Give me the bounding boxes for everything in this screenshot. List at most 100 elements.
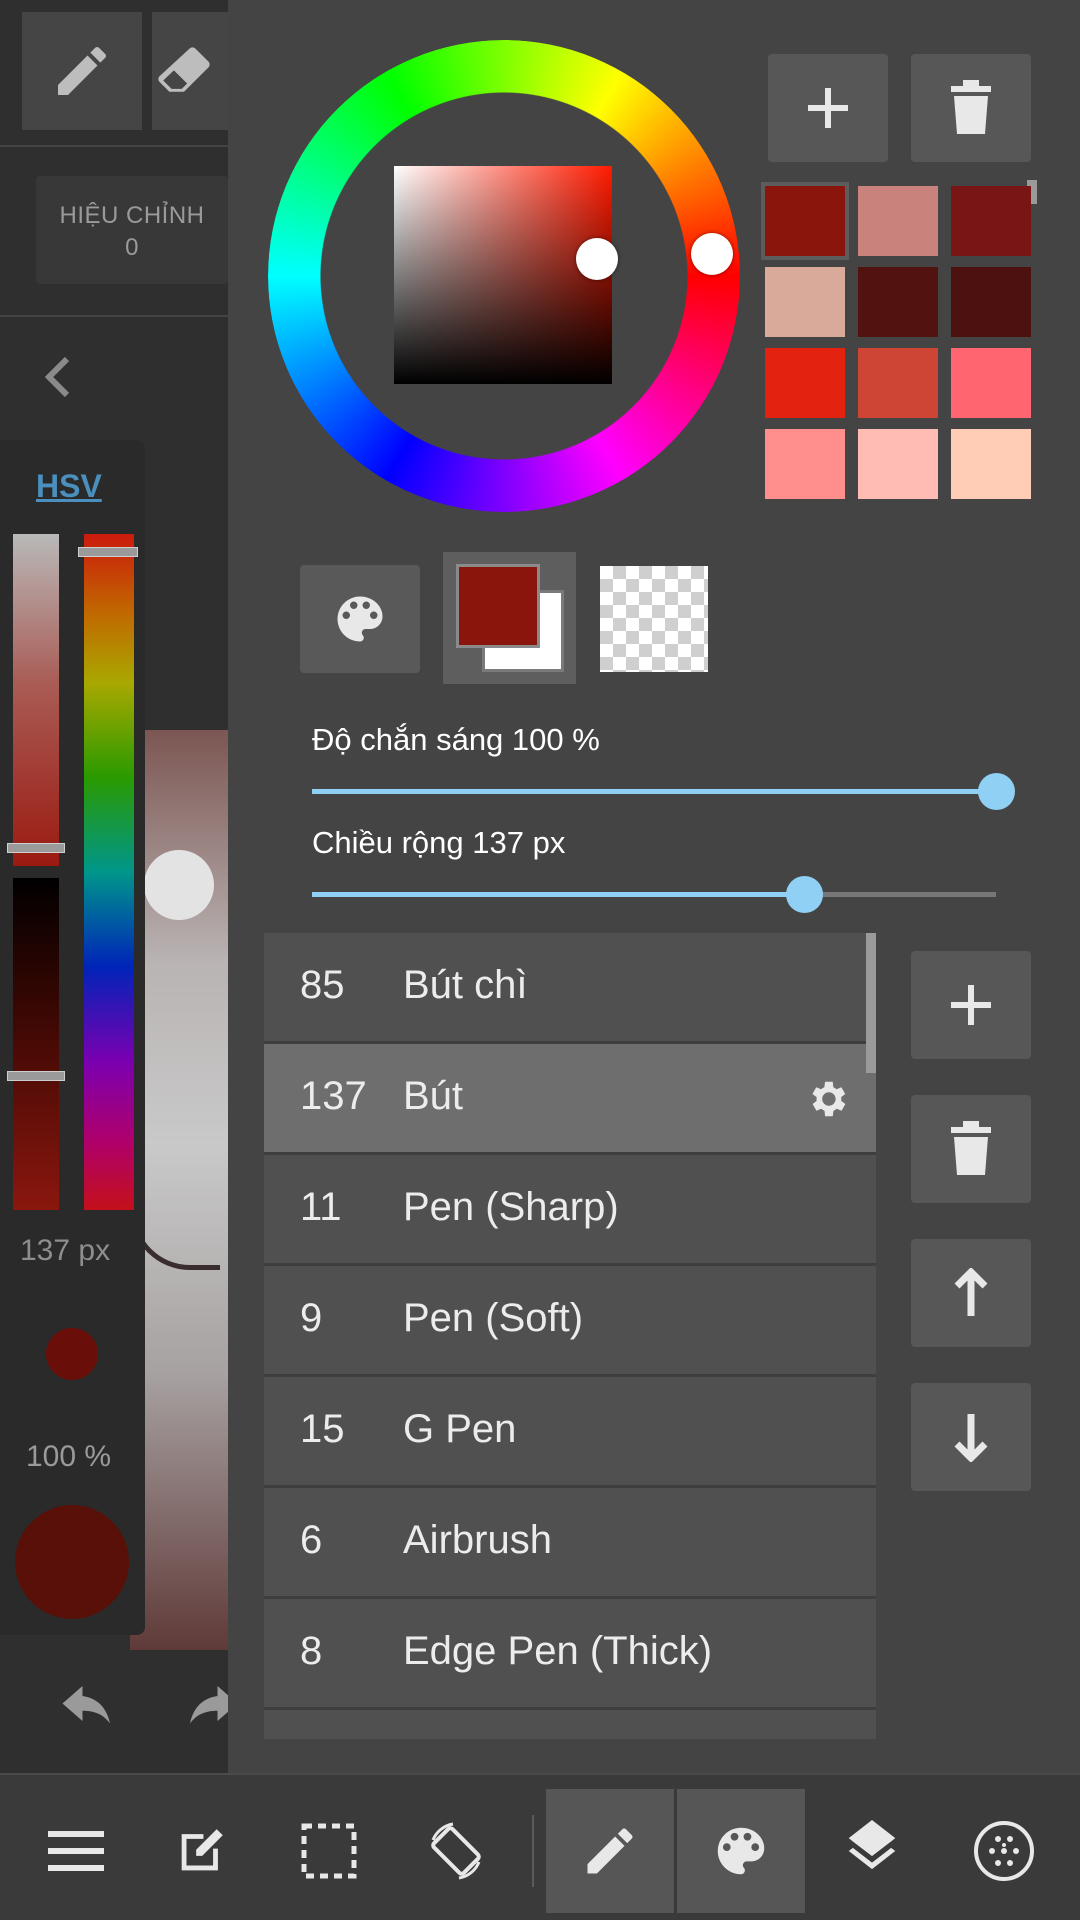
adjust-value: 0 — [125, 234, 139, 261]
opacity-slider[interactable] — [312, 773, 1015, 810]
color-palette-tab[interactable] — [677, 1789, 805, 1913]
brush-row[interactable]: 9 Pen (Soft) — [264, 1266, 876, 1374]
brush-row[interactable]: 6 Airbrush — [264, 1488, 876, 1596]
trash-icon — [951, 80, 991, 134]
brush-size: 6 — [300, 1518, 323, 1562]
add-brush-button[interactable] — [911, 951, 1031, 1059]
color-swatch[interactable] — [765, 348, 845, 418]
brush-row[interactable] — [264, 1710, 876, 1739]
trash-icon — [951, 1121, 991, 1175]
edit-button[interactable] — [137, 1789, 265, 1913]
app-root: HIỆU CHỈNH 0 HSV 137 px 100 % Độ chắn sá… — [0, 0, 1080, 1920]
arrow-up-icon — [954, 1268, 988, 1316]
collapse-button[interactable] — [38, 352, 78, 402]
width-slider-fill — [312, 892, 805, 897]
value-slider-knob[interactable] — [7, 1071, 65, 1081]
undo-button[interactable] — [60, 1686, 120, 1736]
grid-icon — [974, 1821, 1034, 1881]
brush-size-preview — [46, 1328, 98, 1380]
brush-name: Pen (Soft) — [403, 1296, 584, 1340]
transparent-color-button[interactable] — [600, 566, 708, 672]
brush-color-preview — [15, 1505, 129, 1619]
palette-icon — [717, 1827, 765, 1875]
divider — [0, 315, 228, 317]
color-swatch[interactable] — [765, 267, 845, 337]
delete-color-button[interactable] — [911, 54, 1031, 162]
brush-row[interactable]: 15 G Pen — [264, 1377, 876, 1485]
adjust-button[interactable]: HIỆU CHỈNH 0 — [36, 176, 228, 284]
canvas-side-strip: HIỆU CHỈNH 0 HSV 137 px 100 % — [0, 0, 228, 1773]
value-slider[interactable] — [13, 878, 59, 1210]
opacity-slider-label: Độ chắn sáng 100 % — [312, 722, 600, 757]
brush-list-scrollbar[interactable] — [866, 933, 876, 1073]
color-swatch[interactable] — [858, 348, 938, 418]
plus-icon — [808, 88, 848, 128]
brush-name: Bút — [403, 1074, 464, 1118]
more-button[interactable] — [940, 1789, 1068, 1913]
rotate-icon — [431, 1822, 481, 1880]
saturation-value-square[interactable] — [394, 166, 612, 384]
color-swatch[interactable] — [858, 267, 938, 337]
brush-size-readout: 137 px — [20, 1234, 111, 1267]
brush-name: G Pen — [403, 1407, 517, 1451]
brush-size: 15 — [300, 1407, 345, 1451]
menu-button[interactable] — [12, 1789, 140, 1913]
opacity-slider-thumb[interactable] — [978, 773, 1015, 810]
color-swatch[interactable] — [858, 429, 938, 499]
undo-icon — [62, 1686, 110, 1724]
sv-picker-handle[interactable] — [576, 238, 618, 280]
brush-list: 85 Bút chì 137 Bút 11 Pen (Sharp) 9 Pen (Soft) 1… — [264, 933, 876, 1739]
delete-brush-button[interactable] — [911, 1095, 1031, 1203]
layers-icon — [848, 1820, 896, 1870]
color-swatch[interactable] — [951, 348, 1031, 418]
width-slider[interactable] — [312, 876, 996, 913]
selection-button[interactable] — [265, 1789, 393, 1913]
palette-icon — [337, 596, 383, 642]
brush-settings-button[interactable] — [804, 1076, 850, 1122]
gear-icon — [812, 1081, 846, 1117]
brush-size: 137 — [300, 1074, 367, 1118]
brush-name: Pen (Sharp) — [403, 1185, 619, 1229]
hue-slider-knob[interactable] — [78, 547, 138, 557]
toolbar-divider — [532, 1815, 534, 1887]
color-swatch[interactable] — [951, 186, 1031, 256]
brush-size: 11 — [300, 1185, 342, 1229]
brush-name: Bút chì — [403, 963, 528, 1007]
edit-icon — [181, 1829, 223, 1871]
color-swatch[interactable] — [761, 182, 849, 260]
selection-icon — [301, 1823, 357, 1879]
color-swatch[interactable] — [951, 267, 1031, 337]
width-slider-label: Chiều rộng 137 px — [312, 825, 566, 860]
color-swatch[interactable] — [765, 429, 845, 499]
color-mode-toggle[interactable]: HSV — [36, 468, 102, 505]
brush-size: 85 — [300, 963, 345, 1007]
pen-icon — [587, 1828, 633, 1874]
brush-row[interactable]: 8 Edge Pen (Thick) — [264, 1599, 876, 1707]
layers-button[interactable] — [808, 1789, 936, 1913]
palette-button[interactable] — [300, 565, 420, 673]
add-color-button[interactable] — [768, 54, 888, 162]
move-brush-down-button[interactable] — [911, 1383, 1031, 1491]
chevron-left-icon — [44, 356, 70, 398]
move-brush-up-button[interactable] — [911, 1239, 1031, 1347]
color-swatch[interactable] — [858, 186, 938, 256]
color-swatch[interactable] — [951, 429, 1031, 499]
pen-tool-tab[interactable] — [546, 1789, 674, 1913]
adjust-label: HIỆU CHỈNH — [59, 202, 205, 229]
brush-row[interactable]: 11 Pen (Sharp) — [264, 1155, 876, 1263]
hue-slider[interactable] — [84, 534, 134, 1210]
saturation-slider[interactable] — [13, 534, 59, 866]
brush-size: 8 — [300, 1629, 323, 1673]
eraser-tool-button[interactable] — [152, 12, 228, 130]
hue-picker-handle[interactable] — [691, 233, 733, 275]
brush-name: Edge Pen (Thick) — [403, 1629, 713, 1673]
pencil-tool-button[interactable] — [22, 12, 142, 130]
arrow-down-icon — [954, 1414, 988, 1462]
rotate-button[interactable] — [392, 1789, 520, 1913]
redo-button[interactable] — [180, 1686, 228, 1736]
brush-row[interactable]: 85 Bút chì — [264, 933, 876, 1041]
brush-row[interactable]: 137 Bút — [264, 1044, 876, 1152]
redo-icon — [190, 1686, 228, 1724]
saturation-slider-knob[interactable] — [7, 843, 65, 853]
foreground-color-swatch[interactable] — [456, 564, 540, 648]
